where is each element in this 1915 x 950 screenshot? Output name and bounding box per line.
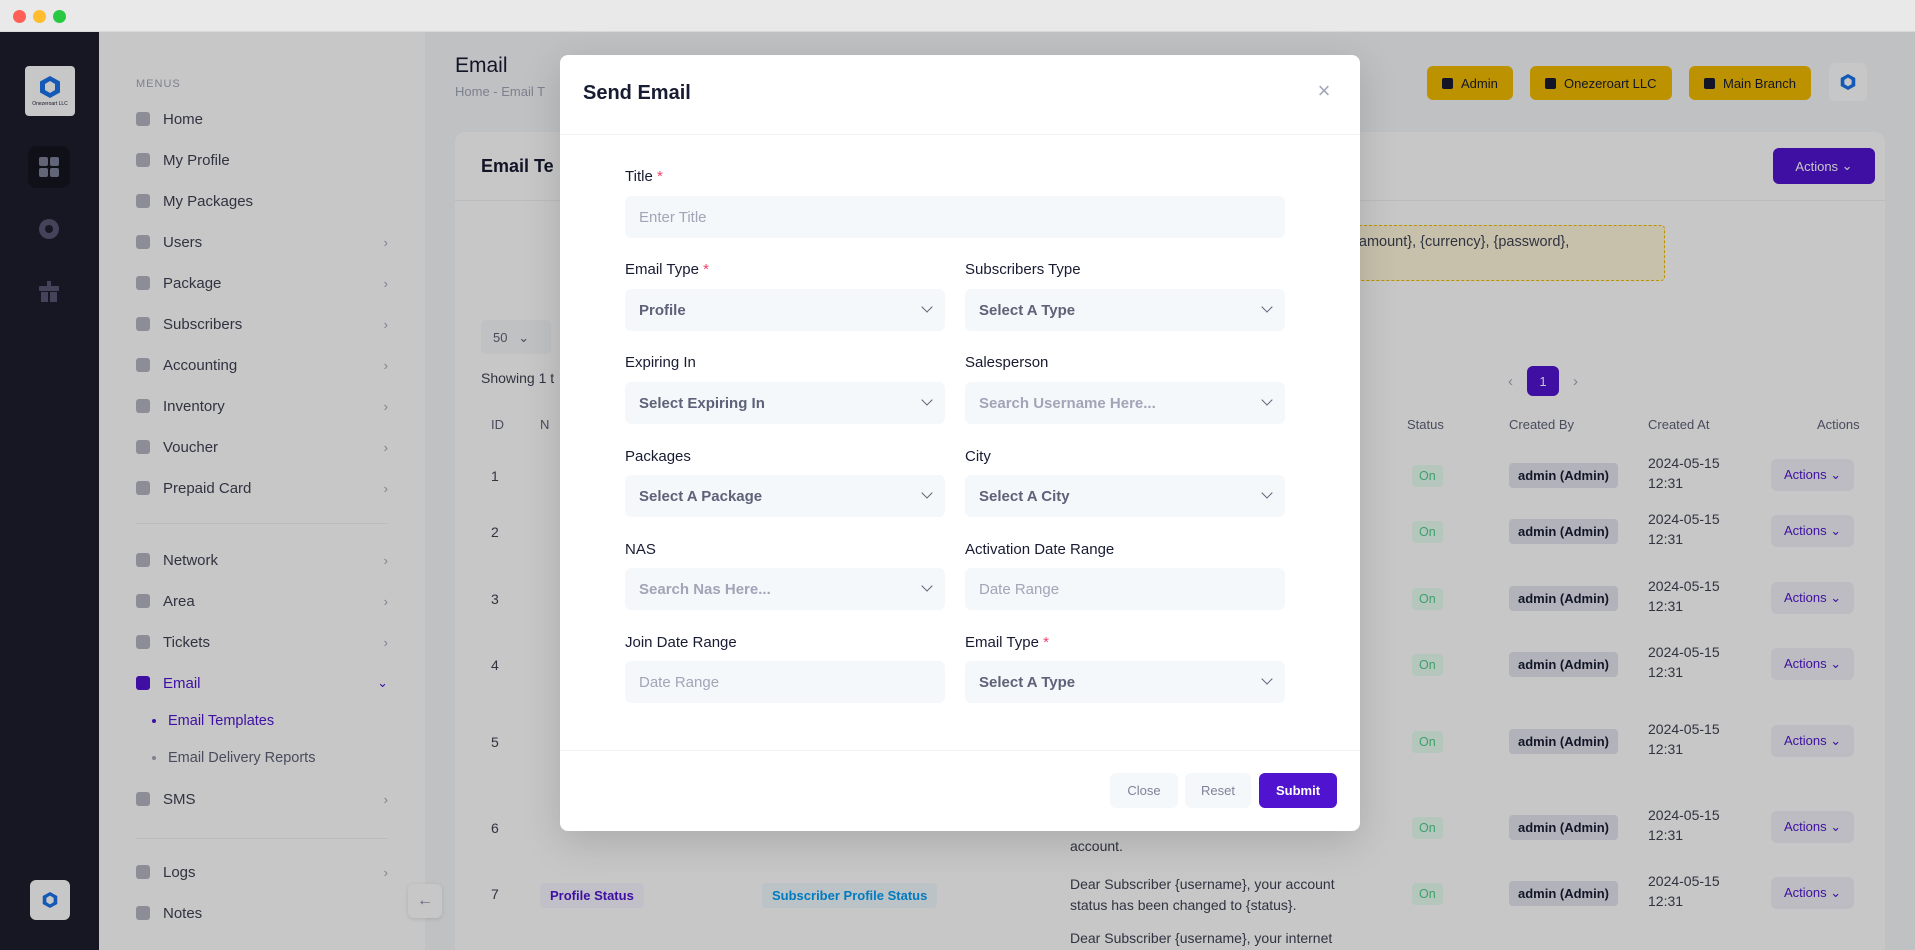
chevron-down-icon <box>921 301 933 313</box>
window-close-button[interactable] <box>13 10 26 23</box>
chevron-down-icon <box>1261 673 1273 685</box>
subscribers-type-label: Subscribers Type <box>965 261 1081 278</box>
modal-header-divider <box>560 134 1360 135</box>
packages-select[interactable]: Select A Package <box>625 475 945 517</box>
join-date-input[interactable]: Date Range <box>625 661 945 703</box>
city-select[interactable]: Select A City <box>965 475 1285 517</box>
email-type-label: Email Type * <box>625 261 709 278</box>
subscribers-type-select[interactable]: Select A Type <box>965 289 1285 331</box>
expiring-in-label: Expiring In <box>625 354 696 371</box>
email-type-2-select[interactable]: Select A Type <box>965 661 1285 703</box>
expiring-in-select[interactable]: Select Expiring In <box>625 382 945 424</box>
modal-title: Send Email <box>583 82 691 104</box>
packages-label: Packages <box>625 448 691 465</box>
title-label: Title * <box>625 168 663 185</box>
nas-placeholder: Search Nas Here... <box>639 580 771 598</box>
title-placeholder: Enter Title <box>639 208 707 226</box>
join-date-placeholder: Date Range <box>639 673 720 691</box>
city-label: City <box>965 448 991 465</box>
chevron-down-icon <box>1261 301 1273 313</box>
send-email-modal: Send Email × Title * Enter Title Email T… <box>560 55 1360 831</box>
close-icon[interactable]: × <box>1312 78 1336 103</box>
window-minimize-button[interactable] <box>33 10 46 23</box>
chevron-down-icon <box>1261 394 1273 406</box>
submit-button[interactable]: Submit <box>1259 773 1337 808</box>
salesperson-select[interactable]: Search Username Here... <box>965 382 1285 424</box>
activation-date-input[interactable]: Date Range <box>965 568 1285 610</box>
email-type-2-label: Email Type * <box>965 634 1049 651</box>
expiring-in-value: Select Expiring In <box>639 394 765 412</box>
email-type-2-value: Select A Type <box>979 673 1076 691</box>
chevron-down-icon <box>921 580 933 592</box>
activation-date-placeholder: Date Range <box>979 580 1060 598</box>
salesperson-placeholder: Search Username Here... <box>979 394 1156 412</box>
email-type-value: Profile <box>639 301 686 319</box>
chevron-down-icon <box>921 394 933 406</box>
join-date-label: Join Date Range <box>625 634 737 651</box>
city-value: Select A City <box>979 487 1070 505</box>
close-button[interactable]: Close <box>1110 773 1178 808</box>
packages-value: Select A Package <box>639 487 763 505</box>
modal-footer-divider <box>560 750 1360 751</box>
subscribers-type-value: Select A Type <box>979 301 1076 319</box>
salesperson-label: Salesperson <box>965 354 1049 371</box>
window-maximize-button[interactable] <box>53 10 66 23</box>
reset-button[interactable]: Reset <box>1185 773 1251 808</box>
chevron-down-icon <box>921 487 933 499</box>
title-input[interactable]: Enter Title <box>625 196 1285 238</box>
chevron-down-icon <box>1261 487 1273 499</box>
window-titlebar <box>0 0 1915 32</box>
nas-label: NAS <box>625 541 656 558</box>
email-type-select[interactable]: Profile <box>625 289 945 331</box>
activation-date-label: Activation Date Range <box>965 541 1115 558</box>
nas-select[interactable]: Search Nas Here... <box>625 568 945 610</box>
